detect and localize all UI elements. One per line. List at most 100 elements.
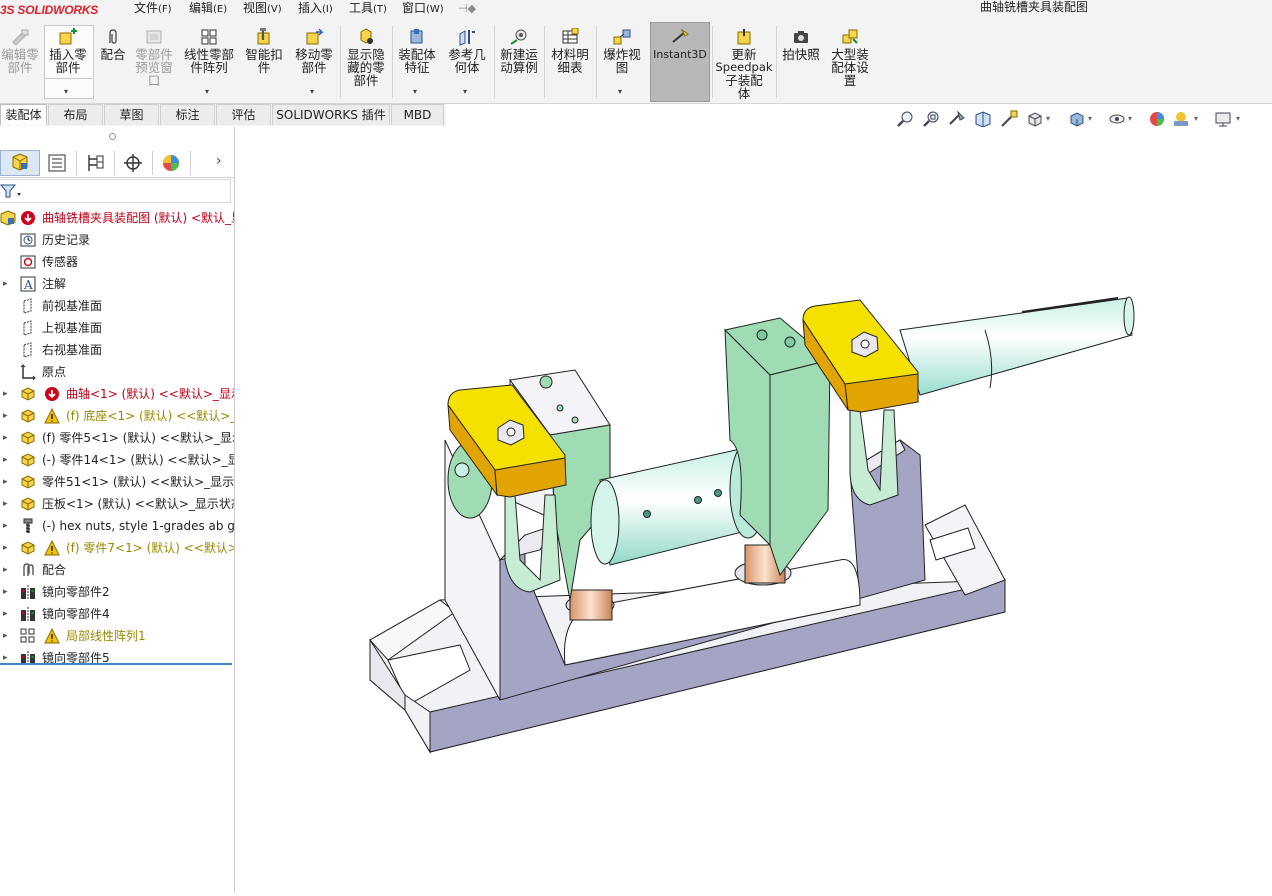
solidworks-logo[interactable]: 3S SOLIDWORKS: [0, 3, 98, 17]
move-component-button[interactable]: 移动零 部件 ▾: [290, 22, 338, 102]
menu-edit[interactable]: 编辑(E): [189, 0, 227, 22]
expand-arrow-icon[interactable]: ▸: [3, 515, 8, 537]
assembly-features-dropdown-icon[interactable]: ▾: [413, 85, 417, 98]
chevron-right-icon[interactable]: ›: [216, 153, 222, 169]
expand-arrow-icon[interactable]: ▸: [3, 537, 8, 559]
menu-window[interactable]: 窗口(W): [402, 0, 444, 22]
tree-item-history[interactable]: 历史记录: [0, 229, 234, 251]
tab-assembly[interactable]: 装配体: [0, 104, 47, 125]
apply-scene-icon[interactable]: [1172, 110, 1190, 128]
expand-arrow-icon[interactable]: ▸: [3, 603, 8, 625]
tab-mbd[interactable]: MBD: [391, 104, 444, 125]
tab-evaluate[interactable]: 评估: [216, 104, 271, 125]
tree-item-right-plane[interactable]: 右视基准面: [0, 339, 234, 361]
expand-arrow-icon[interactable]: ▸: [3, 471, 8, 493]
tab-property-manager[interactable]: [38, 151, 77, 175]
menu-tools[interactable]: 工具(T): [349, 0, 387, 22]
tab-feature-manager[interactable]: [0, 150, 40, 176]
previous-view-icon[interactable]: [948, 110, 966, 128]
zoom-to-area-icon[interactable]: [922, 110, 940, 128]
show-hidden-components-button[interactable]: 显示隐 藏的零 部件: [342, 22, 390, 102]
expand-arrow-icon[interactable]: ▸: [3, 647, 8, 669]
hide-show-caret-icon[interactable]: ▾: [1128, 114, 1132, 123]
tree-item-top-plane[interactable]: 上视基准面: [0, 317, 234, 339]
tree-item-mirror2[interactable]: ▸ 镜向零部件2: [0, 581, 234, 603]
new-motion-study-button[interactable]: 新建运 动算例: [496, 22, 542, 102]
mate-button[interactable]: 配合: [96, 22, 130, 102]
exploded-view-button[interactable]: 爆炸视 图 ▾: [598, 22, 646, 102]
expand-arrow-icon[interactable]: ▸: [3, 449, 8, 471]
tree-item-base[interactable]: ▸ (f) 底座<1> (默认) <<默认>_显: [0, 405, 234, 427]
tab-layout[interactable]: 布局: [48, 104, 103, 125]
take-snapshot-button[interactable]: 拍快照: [778, 22, 824, 102]
tab-dimxpert-manager[interactable]: [114, 151, 153, 175]
tree-item-mates[interactable]: ▸ 配合: [0, 559, 234, 581]
edit-component-button[interactable]: 编辑零 部件: [0, 22, 40, 102]
tree-item-front-plane[interactable]: 前视基准面: [0, 295, 234, 317]
view-settings-icon[interactable]: [1214, 110, 1232, 128]
view-orientation-icon[interactable]: [1026, 110, 1044, 128]
instant3d-button[interactable]: Instant3D: [650, 22, 710, 102]
expand-arrow-icon[interactable]: ▸: [3, 581, 8, 603]
reference-geometry-button[interactable]: 参考几 何体 ▾: [442, 22, 492, 102]
update-speedpak-button[interactable]: 更新 Speedpak 子装配 体: [714, 22, 774, 102]
tree-root-assembly[interactable]: 曲轴铣槽夹具装配图 (默认) <默认_显: [0, 207, 234, 229]
tree-item-mirror4[interactable]: ▸ 镜向零部件4: [0, 603, 234, 625]
linear-pattern-button[interactable]: 线性零部 件阵列 ▾: [180, 22, 238, 102]
dynamic-annotation-icon[interactable]: [1000, 110, 1018, 128]
insert-component-dropdown-icon[interactable]: ▾: [64, 85, 68, 98]
move-component-dropdown-icon[interactable]: ▾: [310, 85, 314, 98]
tree-item-crankshaft[interactable]: ▸ 曲轴<1> (默认) <<默认>_显示: [0, 383, 234, 405]
menu-view[interactable]: 视图(V): [243, 0, 282, 22]
tab-display-manager[interactable]: [152, 151, 191, 175]
fixture-assembly-model[interactable]: [235, 127, 1272, 893]
expand-arrow-icon[interactable]: ▸: [3, 427, 8, 449]
display-style-caret-icon[interactable]: ▾: [1088, 114, 1092, 123]
edit-appearance-icon[interactable]: [1148, 110, 1166, 128]
reference-geometry-dropdown-icon[interactable]: ▾: [463, 85, 467, 98]
expand-arrow-icon[interactable]: ▸: [3, 625, 8, 647]
assembly-features-button[interactable]: 装配体 特征 ▾: [394, 22, 440, 102]
tree-item-origin[interactable]: 原点: [0, 361, 234, 383]
expand-arrow-icon[interactable]: ▸: [3, 559, 8, 581]
copper-bushing-left[interactable]: [569, 589, 613, 621]
apply-scene-caret-icon[interactable]: ▾: [1194, 114, 1198, 123]
exploded-view-dropdown-icon[interactable]: ▾: [618, 85, 622, 98]
tree-item-mirror5[interactable]: ▸ 镜向零部件5: [0, 647, 234, 669]
tree-item-local-pattern1[interactable]: ▸ 局部线性阵列1: [0, 625, 234, 647]
expand-arrow-icon[interactable]: ▸: [3, 405, 8, 427]
rollback-bar[interactable]: [0, 663, 232, 665]
smart-fasteners-button[interactable]: 智能扣 件: [240, 22, 288, 102]
pane-resize-grip[interactable]: [109, 133, 116, 140]
tab-sketch[interactable]: 草图: [104, 104, 159, 125]
expand-arrow-icon[interactable]: ▸: [3, 383, 8, 405]
tree-item-hex-nuts[interactable]: ▸ (-) hex nuts, style 1-grades ab gb: [0, 515, 234, 537]
hide-show-items-icon[interactable]: [1108, 110, 1126, 128]
menu-insert[interactable]: 插入(I): [298, 0, 333, 22]
display-style-icon[interactable]: [1068, 110, 1086, 128]
tree-filter[interactable]: [0, 179, 231, 203]
tree-item-clamp-plate[interactable]: ▸ 压板<1> (默认) <<默认>_显示状态: [0, 493, 234, 515]
tab-solidworks-addins[interactable]: SOLIDWORKS 插件: [272, 104, 390, 125]
expand-arrow-icon[interactable]: ▸: [3, 273, 8, 295]
tab-markup[interactable]: 标注: [160, 104, 215, 125]
bill-of-materials-button[interactable]: 材料明 细表: [546, 22, 594, 102]
large-assembly-settings-button[interactable]: 大型装 配体设 置: [826, 22, 874, 102]
tree-item-part7[interactable]: ▸ (f) 零件7<1> (默认) <<默认>_: [0, 537, 234, 559]
tree-item-annotations[interactable]: ▸ A 注解: [0, 273, 234, 295]
zoom-to-fit-icon[interactable]: [896, 110, 914, 128]
menu-file[interactable]: 文件(F): [134, 0, 172, 22]
tree-item-part14[interactable]: ▸ (-) 零件14<1> (默认) <<默认>_显:: [0, 449, 234, 471]
pin-menu-icon[interactable]: ⊣◆: [458, 2, 476, 15]
tree-item-sensors[interactable]: 传感器: [0, 251, 234, 273]
graphics-area[interactable]: [235, 127, 1272, 893]
view-settings-caret-icon[interactable]: ▾: [1236, 114, 1240, 123]
tree-item-part5[interactable]: ▸ (f) 零件5<1> (默认) <<默认>_显示: [0, 427, 234, 449]
linear-pattern-dropdown-icon[interactable]: ▾: [205, 85, 209, 98]
insert-component-button[interactable]: 插入零 部件 ▾: [44, 22, 92, 102]
expand-arrow-icon[interactable]: ▸: [3, 493, 8, 515]
view-orientation-caret-icon[interactable]: ▾: [1046, 114, 1050, 123]
section-view-icon[interactable]: [974, 110, 992, 128]
tree-item-part51[interactable]: ▸ 零件51<1> (默认) <<默认>_显示状: [0, 471, 234, 493]
component-preview-button[interactable]: 零部件 预览窗 口: [132, 22, 176, 102]
